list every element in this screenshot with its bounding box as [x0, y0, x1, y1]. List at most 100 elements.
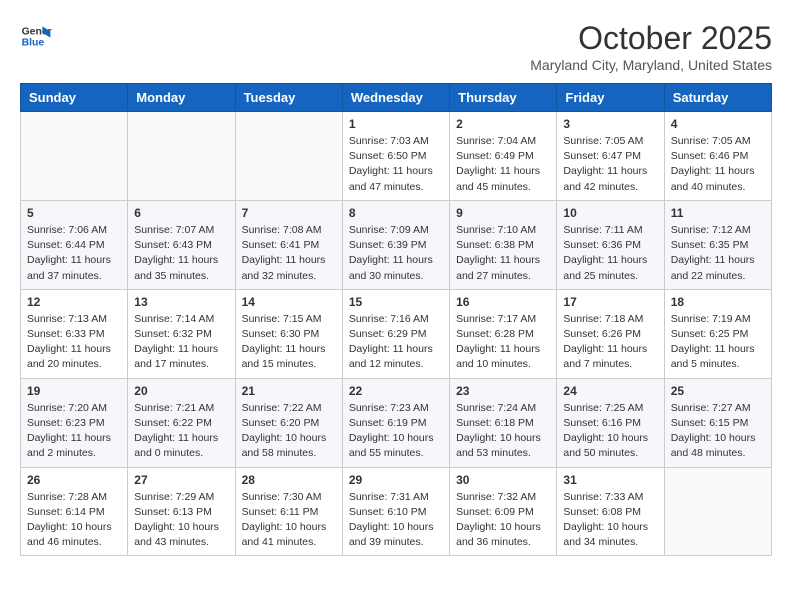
day-number: 8 — [349, 206, 443, 220]
day-info: Sunrise: 7:05 AM Sunset: 6:47 PM Dayligh… — [563, 134, 657, 195]
calendar-week-5: 26 Sunrise: 7:28 AM Sunset: 6:14 PM Dayli… — [21, 467, 772, 556]
day-number: 13 — [134, 295, 228, 309]
day-info: Sunrise: 7:29 AM Sunset: 6:13 PM Dayligh… — [134, 490, 228, 551]
title-block: October 2025 Maryland City, Maryland, Un… — [530, 20, 772, 73]
calendar-cell: 30Sunrise: 7:32 AM Sunset: 6:09 PM Dayli… — [450, 467, 557, 556]
logo-icon: General Blue — [20, 20, 52, 52]
calendar-cell — [235, 112, 342, 201]
calendar-cell: 22 Sunrise: 7:23 AM Sunset: 6:19 PM Dayli… — [342, 378, 449, 467]
day-number: 20 — [134, 384, 228, 398]
day-info: Sunrise: 7:31 AM Sunset: 6:10 PM Dayligh… — [349, 490, 443, 551]
calendar-cell: 28 Sunrise: 7:30 AM Sunset: 6:11 PM Dayli… — [235, 467, 342, 556]
day-number: 1 — [349, 117, 443, 131]
day-number: 17 — [563, 295, 657, 309]
header-monday: Monday — [128, 84, 235, 112]
logo: General Blue — [20, 20, 52, 52]
day-number: 31 — [563, 473, 657, 487]
calendar-cell: 16 Sunrise: 7:17 AM Sunset: 6:28 PM Dayli… — [450, 289, 557, 378]
day-number: 10 — [563, 206, 657, 220]
page-header: General Blue October 2025 Maryland City,… — [20, 20, 772, 73]
day-number: 25 — [671, 384, 765, 398]
calendar-cell: 26 Sunrise: 7:28 AM Sunset: 6:14 PM Dayli… — [21, 467, 128, 556]
day-number: 15 — [349, 295, 443, 309]
day-number: 2 — [456, 117, 550, 131]
day-info: Sunrise: 7:30 AM Sunset: 6:11 PM Dayligh… — [242, 490, 336, 551]
day-number: 5 — [27, 206, 121, 220]
day-number: 14 — [242, 295, 336, 309]
day-info: Sunrise: 7:21 AM Sunset: 6:22 PM Dayligh… — [134, 401, 228, 462]
calendar-cell: 13 Sunrise: 7:14 AM Sunset: 6:32 PM Dayli… — [128, 289, 235, 378]
day-number: 26 — [27, 473, 121, 487]
calendar-header-row: SundayMondayTuesdayWednesdayThursdayFrid… — [21, 84, 772, 112]
day-info: Sunrise: 7:08 AM Sunset: 6:41 PM Dayligh… — [242, 223, 336, 284]
day-info: Sunrise: 7:14 AM Sunset: 6:32 PM Dayligh… — [134, 312, 228, 373]
day-info: Sunrise: 7:10 AM Sunset: 6:38 PM Dayligh… — [456, 223, 550, 284]
calendar-cell: 19 Sunrise: 7:20 AM Sunset: 6:23 PM Dayli… — [21, 378, 128, 467]
calendar-cell — [128, 112, 235, 201]
day-number: 22 — [349, 384, 443, 398]
month-title: October 2025 — [530, 20, 772, 57]
calendar-week-3: 12 Sunrise: 7:13 AM Sunset: 6:33 PM Dayli… — [21, 289, 772, 378]
day-number: 19 — [27, 384, 121, 398]
header-sunday: Sunday — [21, 84, 128, 112]
day-number: 6 — [134, 206, 228, 220]
day-info: Sunrise: 7:12 AM Sunset: 6:35 PM Dayligh… — [671, 223, 765, 284]
calendar-cell: 11 Sunrise: 7:12 AM Sunset: 6:35 PM Dayli… — [664, 200, 771, 289]
calendar-table: SundayMondayTuesdayWednesdayThursdayFrid… — [20, 83, 772, 556]
day-number: 3 — [563, 117, 657, 131]
calendar-cell: 15 Sunrise: 7:16 AM Sunset: 6:29 PM Dayli… — [342, 289, 449, 378]
calendar-cell: 1 Sunrise: 7:03 AM Sunset: 6:50 PM Daylig… — [342, 112, 449, 201]
day-number: 21 — [242, 384, 336, 398]
day-number: 9 — [456, 206, 550, 220]
day-info: Sunrise: 7:32 AM Sunset: 6:09 PM Dayligh… — [456, 490, 550, 551]
calendar-cell — [21, 112, 128, 201]
day-info: Sunrise: 7:17 AM Sunset: 6:28 PM Dayligh… — [456, 312, 550, 373]
day-number: 11 — [671, 206, 765, 220]
day-info: Sunrise: 7:27 AM Sunset: 6:15 PM Dayligh… — [671, 401, 765, 462]
calendar-week-4: 19 Sunrise: 7:20 AM Sunset: 6:23 PM Dayli… — [21, 378, 772, 467]
calendar-cell: 25 Sunrise: 7:27 AM Sunset: 6:15 PM Dayli… — [664, 378, 771, 467]
calendar-cell — [664, 467, 771, 556]
day-info: Sunrise: 7:05 AM Sunset: 6:46 PM Dayligh… — [671, 134, 765, 195]
calendar-cell: 8 Sunrise: 7:09 AM Sunset: 6:39 PM Daylig… — [342, 200, 449, 289]
day-info: Sunrise: 7:11 AM Sunset: 6:36 PM Dayligh… — [563, 223, 657, 284]
day-number: 29 — [349, 473, 443, 487]
day-info: Sunrise: 7:22 AM Sunset: 6:20 PM Dayligh… — [242, 401, 336, 462]
header-friday: Friday — [557, 84, 664, 112]
location-subtitle: Maryland City, Maryland, United States — [530, 57, 772, 73]
day-info: Sunrise: 7:04 AM Sunset: 6:49 PM Dayligh… — [456, 134, 550, 195]
day-info: Sunrise: 7:07 AM Sunset: 6:43 PM Dayligh… — [134, 223, 228, 284]
calendar-cell: 7Sunrise: 7:08 AM Sunset: 6:41 PM Daylig… — [235, 200, 342, 289]
header-thursday: Thursday — [450, 84, 557, 112]
day-info: Sunrise: 7:16 AM Sunset: 6:29 PM Dayligh… — [349, 312, 443, 373]
day-number: 18 — [671, 295, 765, 309]
svg-text:Blue: Blue — [22, 38, 45, 49]
header-saturday: Saturday — [664, 84, 771, 112]
day-info: Sunrise: 7:23 AM Sunset: 6:19 PM Dayligh… — [349, 401, 443, 462]
day-number: 28 — [242, 473, 336, 487]
day-info: Sunrise: 7:03 AM Sunset: 6:50 PM Dayligh… — [349, 134, 443, 195]
day-info: Sunrise: 7:09 AM Sunset: 6:39 PM Dayligh… — [349, 223, 443, 284]
header-wednesday: Wednesday — [342, 84, 449, 112]
calendar-cell: 9 Sunrise: 7:10 AM Sunset: 6:38 PM Daylig… — [450, 200, 557, 289]
day-info: Sunrise: 7:20 AM Sunset: 6:23 PM Dayligh… — [27, 401, 121, 462]
day-info: Sunrise: 7:25 AM Sunset: 6:16 PM Dayligh… — [563, 401, 657, 462]
calendar-week-1: 1 Sunrise: 7:03 AM Sunset: 6:50 PM Daylig… — [21, 112, 772, 201]
day-info: Sunrise: 7:15 AM Sunset: 6:30 PM Dayligh… — [242, 312, 336, 373]
calendar-cell: 12 Sunrise: 7:13 AM Sunset: 6:33 PM Dayli… — [21, 289, 128, 378]
day-number: 16 — [456, 295, 550, 309]
calendar-cell: 23Sunrise: 7:24 AM Sunset: 6:18 PM Dayli… — [450, 378, 557, 467]
day-number: 24 — [563, 384, 657, 398]
calendar-cell: 27Sunrise: 7:29 AM Sunset: 6:13 PM Dayli… — [128, 467, 235, 556]
day-info: Sunrise: 7:13 AM Sunset: 6:33 PM Dayligh… — [27, 312, 121, 373]
header-tuesday: Tuesday — [235, 84, 342, 112]
day-info: Sunrise: 7:18 AM Sunset: 6:26 PM Dayligh… — [563, 312, 657, 373]
day-info: Sunrise: 7:06 AM Sunset: 6:44 PM Dayligh… — [27, 223, 121, 284]
day-number: 12 — [27, 295, 121, 309]
calendar-cell: 6 Sunrise: 7:07 AM Sunset: 6:43 PM Daylig… — [128, 200, 235, 289]
calendar-cell: 4Sunrise: 7:05 AM Sunset: 6:46 PM Daylig… — [664, 112, 771, 201]
calendar-cell: 24 Sunrise: 7:25 AM Sunset: 6:16 PM Dayli… — [557, 378, 664, 467]
calendar-cell: 18Sunrise: 7:19 AM Sunset: 6:25 PM Dayli… — [664, 289, 771, 378]
day-info: Sunrise: 7:28 AM Sunset: 6:14 PM Dayligh… — [27, 490, 121, 551]
day-number: 23 — [456, 384, 550, 398]
